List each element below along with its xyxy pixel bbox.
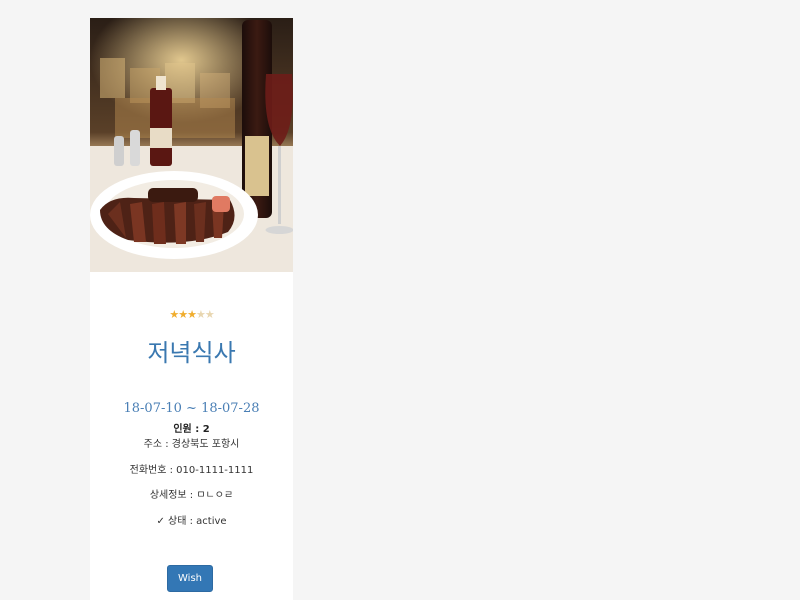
detail-value: ㅁㄴㅇㄹ: [196, 490, 234, 501]
status-label: 상태 :: [164, 516, 197, 527]
star-filled-icon: ★: [178, 308, 188, 321]
people-value: 2: [202, 424, 210, 435]
star-filled-icon: ★: [187, 308, 197, 321]
star-filled-icon: ★: [169, 308, 179, 321]
status-row: ✓ 상태 : active: [90, 515, 293, 529]
star-empty-icon: ★: [195, 308, 206, 321]
status-value: active: [196, 516, 227, 527]
wish-list-button[interactable]: Wish List: [167, 565, 213, 600]
phone-row: 전화번호 : 010-1111-1111: [90, 464, 293, 478]
phone-value: 010-1111-1111: [176, 465, 254, 476]
steak-dinner-photo: [90, 18, 293, 272]
address-row: 주소 : 경상북도 포항시: [90, 438, 293, 452]
address-value: 경상북도 포항시: [171, 439, 240, 450]
phone-label: 전화번호 :: [129, 465, 177, 476]
detail-row: 상세정보 : ㅁㄴㅇㄹ: [90, 489, 293, 503]
star-empty-icon: ★: [204, 308, 215, 321]
reservation-card: ★★★★★ 저녁식사 18-07-10 ~ 18-07-28 인원 : 2 주소…: [90, 18, 293, 600]
people-row: 인원 : 2: [90, 423, 293, 437]
detail-label: 상세정보 :: [149, 490, 197, 501]
check-icon: ✓: [156, 516, 165, 527]
people-label: 인원 :: [173, 424, 203, 435]
date-range: 18-07-10 ~ 18-07-28: [123, 401, 260, 416]
rating-stars: ★★★★★: [90, 309, 293, 321]
card-title: 저녁식사: [147, 339, 236, 367]
address-label: 주소 :: [143, 439, 172, 450]
